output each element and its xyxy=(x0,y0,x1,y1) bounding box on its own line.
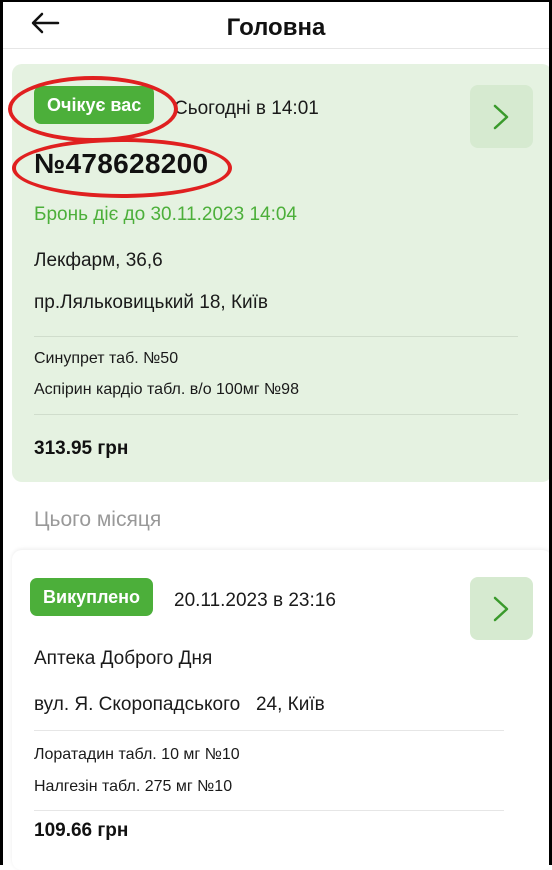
pharmacy-address: пр.Ляльковицький 18, Київ xyxy=(34,292,269,313)
order-datetime: Сьогодні в 14:01 xyxy=(174,98,319,119)
open-order-button[interactable] xyxy=(470,577,533,640)
pharmacy-name: Аптека Доброго Дня xyxy=(34,648,213,669)
page-title: Головна xyxy=(226,14,326,41)
status-badge-waiting: Очікує вас xyxy=(34,86,155,124)
order-datetime: 20.11.2023 в 23:16 xyxy=(174,590,336,611)
pharmacy-name: Лекфарм, 36,6 xyxy=(34,250,163,271)
divider xyxy=(34,414,518,415)
status-badge-purchased: Викуплено xyxy=(30,578,154,616)
section-title: Цього місяця xyxy=(34,508,162,531)
open-order-button[interactable] xyxy=(470,85,533,148)
divider xyxy=(34,730,504,731)
app-header: Головна xyxy=(0,0,552,49)
divider xyxy=(34,336,518,337)
order-total: 109.66 грн xyxy=(34,820,129,841)
order-item: Налгезін табл. 275 мг №10 xyxy=(34,778,233,795)
chevron-right-icon xyxy=(493,104,509,130)
order-item: Аспірин кардіо табл. в/о 100мг №98 xyxy=(34,381,299,398)
order-item: Лоратадин табл. 10 мг №10 xyxy=(34,746,240,763)
divider xyxy=(34,810,504,811)
chevron-right-icon xyxy=(493,596,509,622)
reservation-deadline: Бронь діє до 30.11.2023 14:04 xyxy=(34,204,297,225)
order-total: 313.95 грн xyxy=(34,438,129,459)
order-item: Синупрет таб. №50 xyxy=(34,350,179,367)
order-number: №478628200 xyxy=(34,148,209,179)
pharmacy-address: вул. Я. Скоропадського 24, Київ xyxy=(34,694,325,715)
